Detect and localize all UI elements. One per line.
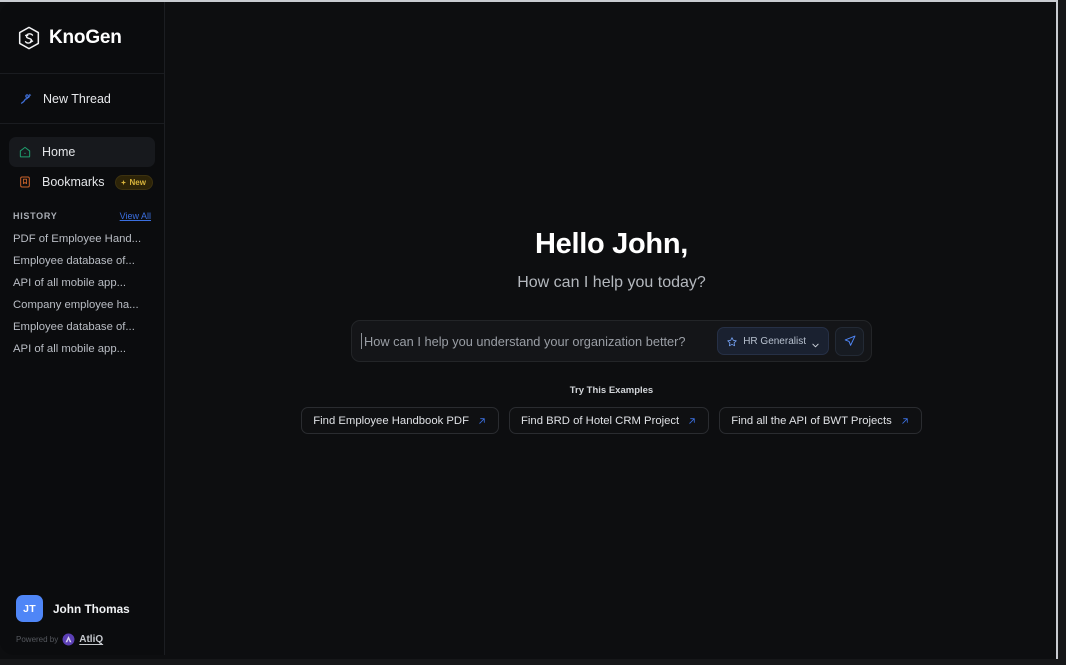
text-caret: [361, 333, 362, 349]
list-item[interactable]: API of all mobile app...: [0, 272, 164, 294]
list-item[interactable]: Employee database of...: [0, 316, 164, 338]
history-list: PDF of Employee Hand... Employee databas…: [0, 228, 164, 360]
chevron-down-icon: [811, 337, 820, 346]
main-content: Hello John, How can I help you today? HR…: [165, 2, 1058, 659]
sparkle-icon: [120, 179, 127, 186]
sidebar-item-bookmarks-label: Bookmarks: [42, 175, 105, 189]
composer-input-wrap: [361, 321, 711, 361]
example-chip-brd[interactable]: Find BRD of Hotel CRM Project: [509, 407, 709, 434]
new-thread-button[interactable]: New Thread: [0, 74, 164, 124]
brand-header: KnoGen: [0, 2, 164, 74]
sidebar-nav: Home Bookmarks: [0, 124, 164, 197]
examples-row: Find Employee Handbook PDF Find BRD of H…: [301, 407, 921, 434]
bookmarks-new-badge: New: [115, 175, 153, 190]
brand-name: KnoGen: [49, 27, 122, 49]
sidebar-item-home[interactable]: Home: [9, 137, 155, 167]
sidebar-item-bookmarks[interactable]: Bookmarks New: [9, 167, 155, 197]
page-title: Hello John,: [517, 228, 706, 261]
examples-label: Try This Examples: [570, 385, 653, 396]
history-header: HISTORY View All: [0, 197, 164, 228]
list-item[interactable]: Company employee ha...: [0, 294, 164, 316]
composer: HR Generalist: [351, 320, 872, 362]
arrow-up-right-icon: [900, 416, 910, 426]
user-name: John Thomas: [53, 602, 130, 616]
example-chip-label: Find BRD of Hotel CRM Project: [521, 415, 679, 427]
arrow-up-right-icon: [477, 416, 487, 426]
sidebar-item-home-label: Home: [42, 145, 146, 159]
sidebar-footer: JT John Thomas Powered by AtliQ: [0, 586, 164, 655]
new-thread-pen-icon: [19, 91, 34, 106]
arrow-up-right-icon: [687, 416, 697, 426]
hexagon-swirl-logo-icon: [16, 25, 42, 51]
example-chip-label: Find Employee Handbook PDF: [313, 415, 469, 427]
page-frame: KnoGen New Thread: [0, 0, 1058, 659]
list-item[interactable]: PDF of Employee Hand...: [0, 228, 164, 250]
app-root: KnoGen New Thread: [0, 0, 1066, 665]
list-item[interactable]: API of all mobile app...: [0, 338, 164, 360]
search-input[interactable]: [364, 334, 711, 349]
avatar: JT: [16, 595, 43, 622]
history-view-all-link[interactable]: View All: [120, 211, 151, 221]
list-item[interactable]: Employee database of...: [0, 250, 164, 272]
home-icon: [18, 145, 32, 159]
bookmark-icon: [18, 175, 32, 189]
user-profile[interactable]: JT John Thomas: [0, 586, 164, 631]
new-thread-label: New Thread: [43, 92, 111, 106]
hero-section: Hello John, How can I help you today?: [517, 228, 706, 292]
sidebar: KnoGen New Thread: [0, 2, 165, 655]
role-selector-dropdown[interactable]: HR Generalist: [717, 327, 829, 355]
history-title: HISTORY: [13, 211, 57, 221]
atliq-logo-icon: [62, 633, 75, 646]
powered-by-brand[interactable]: AtliQ: [79, 634, 103, 645]
powered-by-text: Powered by: [16, 635, 58, 644]
example-chip-api[interactable]: Find all the API of BWT Projects: [719, 407, 922, 434]
role-selector-label: HR Generalist: [743, 336, 806, 347]
example-chip-label: Find all the API of BWT Projects: [731, 415, 892, 427]
powered-by: Powered by AtliQ: [0, 631, 164, 646]
star-badge-icon: [726, 335, 738, 347]
send-button[interactable]: [835, 327, 864, 356]
send-paper-plane-icon: [843, 334, 857, 348]
bookmarks-new-badge-label: New: [130, 178, 146, 187]
example-chip-handbook[interactable]: Find Employee Handbook PDF: [301, 407, 499, 434]
page-subtitle: How can I help you today?: [517, 274, 706, 292]
sidebar-spacer: [0, 360, 164, 586]
